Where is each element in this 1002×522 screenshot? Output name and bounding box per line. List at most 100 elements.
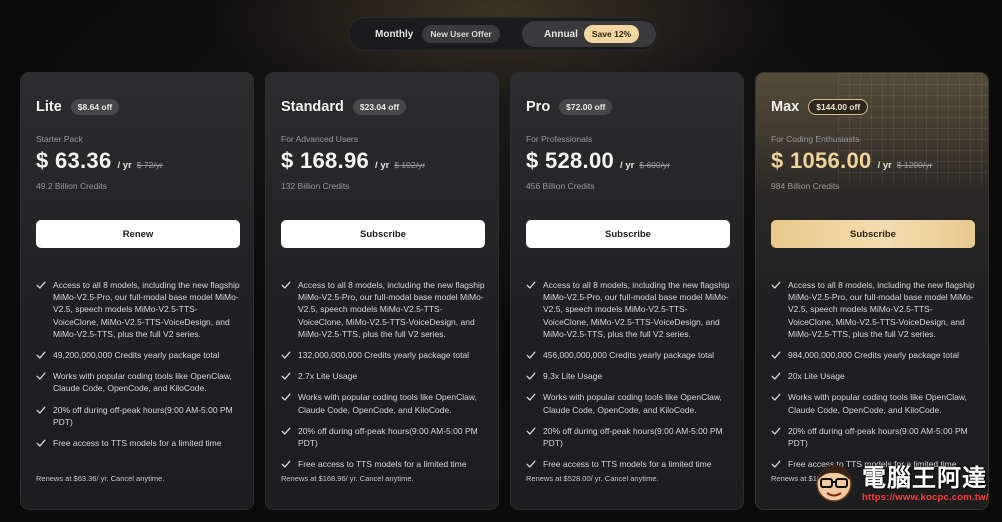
check-icon <box>771 281 781 289</box>
price-period: / yr <box>620 160 635 171</box>
billing-period-toggle: Monthly New User Offer Annual Save 12% <box>348 17 658 51</box>
check-icon <box>526 427 536 435</box>
feature-text: 2.7x Lite Usage <box>298 371 358 382</box>
toggle-monthly-label: Monthly <box>375 28 414 40</box>
subscribe-button[interactable]: Subscribe <box>526 220 730 248</box>
feature-text: Works with popular coding tools like Ope… <box>543 392 722 415</box>
pricing-page: Monthly New User Offer Annual Save 12% L… <box>0 0 1002 522</box>
original-price: $ 1200/yr <box>896 160 933 170</box>
renew-note: Renews at $63.36/ yr. Cancel anytime. <box>36 474 165 483</box>
price-period: / yr <box>117 160 132 171</box>
plan-name: Standard <box>281 99 344 115</box>
check-icon <box>771 460 781 468</box>
feature-item: Access to all 8 models, including the ne… <box>771 279 977 340</box>
feature-item: 49,200,000,000 Credits yearly package to… <box>36 349 242 361</box>
feature-item: 20% off during off-peak hours(9:00 AM-5:… <box>771 425 977 449</box>
original-price: $ 600/yr <box>639 160 671 170</box>
toggle-annual-label: Annual <box>544 28 578 40</box>
feature-item: 20% off during off-peak hours(9:00 AM-5:… <box>36 404 242 428</box>
feature-text: Free access to TTS models for a limited … <box>53 438 222 449</box>
feature-text: 9.3x Lite Usage <box>543 371 603 382</box>
feature-text: Works with popular coding tools like Ope… <box>53 371 232 394</box>
plan-price: $ 168.96 <box>281 148 370 173</box>
feature-text: 984,000,000,000 Credits yearly package t… <box>788 350 960 361</box>
renew-note: Renews at $168.96/ yr. Cancel anytime. <box>281 474 414 483</box>
discount-badge: $23.04 off <box>352 99 407 115</box>
discount-badge: $8.64 off <box>70 99 120 115</box>
feature-list: Access to all 8 models, including the ne… <box>526 279 732 479</box>
feature-text: 20% off during off-peak hours(9:00 AM-5:… <box>298 425 478 449</box>
feature-item: Works with popular coding tools like Ope… <box>771 391 977 415</box>
check-icon <box>281 281 291 289</box>
feature-item: Free access to TTS models for a limited … <box>526 458 732 470</box>
check-icon <box>771 372 781 380</box>
plan-card-max: Max $144.00 off For Coding Enthusiasts $… <box>755 72 989 510</box>
feature-item: 132,000,000,000 Credits yearly package t… <box>281 349 487 361</box>
price-period: / yr <box>877 160 892 171</box>
feature-item: Access to all 8 models, including the ne… <box>281 279 487 340</box>
check-icon <box>281 393 291 402</box>
watermark-title: 電腦王阿達 <box>862 465 987 492</box>
feature-text: Works with popular coding tools like Ope… <box>788 392 967 415</box>
price-row: $ 528.00 / yr $ 600/yr <box>526 148 670 174</box>
plan-price: $ 528.00 <box>526 148 615 173</box>
check-icon <box>526 393 536 402</box>
feature-item: 2.7x Lite Usage <box>281 370 487 382</box>
feature-text: Works with popular coding tools like Ope… <box>298 392 477 415</box>
feature-text: Access to all 8 models, including the ne… <box>788 280 975 339</box>
plan-credits: 456 Billion Credits <box>526 181 595 191</box>
feature-item: Free access to TTS models for a limited … <box>36 437 242 449</box>
plan-price: $ 63.36 <box>36 148 112 173</box>
feature-list: Access to all 8 models, including the ne… <box>281 279 487 479</box>
subscribe-button[interactable]: Subscribe <box>771 220 975 248</box>
feature-text: 456,000,000,000 Credits yearly package t… <box>543 350 715 361</box>
original-price: $ 72/yr <box>136 160 163 170</box>
renew-note: Renews at $528.00/ yr. Cancel anytime. <box>526 474 659 483</box>
feature-item: 20x Lite Usage <box>771 370 977 382</box>
check-icon <box>36 372 46 380</box>
plan-name: Lite <box>36 99 62 115</box>
subscribe-button[interactable]: Subscribe <box>281 220 485 248</box>
plan-tagline: Starter Pack <box>36 134 83 144</box>
plan-credits: 984 Billion Credits <box>771 181 840 191</box>
site-watermark: 電腦王阿達 https://www.kocpc.com.tw/ <box>812 456 998 508</box>
plan-tagline: For Professionals <box>526 134 593 144</box>
plan-tagline: For Coding Enthusiasts <box>771 134 860 144</box>
feature-text: 20% off during off-peak hours(9:00 AM-5:… <box>543 425 723 449</box>
feature-item: 984,000,000,000 Credits yearly package t… <box>771 349 977 361</box>
feature-text: Access to all 8 models, including the ne… <box>543 280 730 339</box>
save-percent-badge: Save 12% <box>583 25 640 43</box>
plan-credits: 132 Billion Credits <box>281 181 350 191</box>
check-icon <box>36 281 46 289</box>
discount-badge: $144.00 off <box>808 99 869 115</box>
plan-card-standard: Standard $23.04 off For Advanced Users $… <box>265 72 499 510</box>
feature-item: 20% off during off-peak hours(9:00 AM-5:… <box>281 425 487 449</box>
toggle-monthly[interactable]: Monthly New User Offer <box>367 21 527 47</box>
feature-item: Works with popular coding tools like Ope… <box>281 391 487 415</box>
new-user-offer-badge: New User Offer <box>422 25 500 43</box>
toggle-annual[interactable]: Annual Save 12% <box>522 21 656 47</box>
watermark-url: https://www.kocpc.com.tw/ <box>862 492 989 503</box>
plan-price: $ 1056.00 <box>771 148 872 173</box>
feature-item: Works with popular coding tools like Ope… <box>526 391 732 415</box>
feature-text: Free access to TTS models for a limited … <box>298 459 467 470</box>
check-icon <box>771 393 781 402</box>
check-icon <box>36 439 46 447</box>
check-icon <box>526 351 536 359</box>
price-row: $ 1056.00 / yr $ 1200/yr <box>771 148 932 174</box>
feature-text: Access to all 8 models, including the ne… <box>298 280 485 339</box>
feature-text: 20x Lite Usage <box>788 371 845 382</box>
check-icon <box>36 351 46 359</box>
check-icon <box>526 281 536 289</box>
price-row: $ 63.36 / yr $ 72/yr <box>36 148 163 174</box>
check-icon <box>36 406 46 414</box>
renew-button[interactable]: Renew <box>36 220 240 248</box>
plan-header: Pro $72.00 off <box>526 99 613 115</box>
feature-item: 9.3x Lite Usage <box>526 370 732 382</box>
original-price: $ 192/yr <box>394 160 426 170</box>
plan-header: Max $144.00 off <box>771 99 869 115</box>
feature-list: Access to all 8 models, including the ne… <box>771 279 977 479</box>
plan-credits: 49.2 Billion Credits <box>36 181 107 191</box>
plan-name: Pro <box>526 99 551 115</box>
feature-text: Free access to TTS models for a limited … <box>543 459 712 470</box>
